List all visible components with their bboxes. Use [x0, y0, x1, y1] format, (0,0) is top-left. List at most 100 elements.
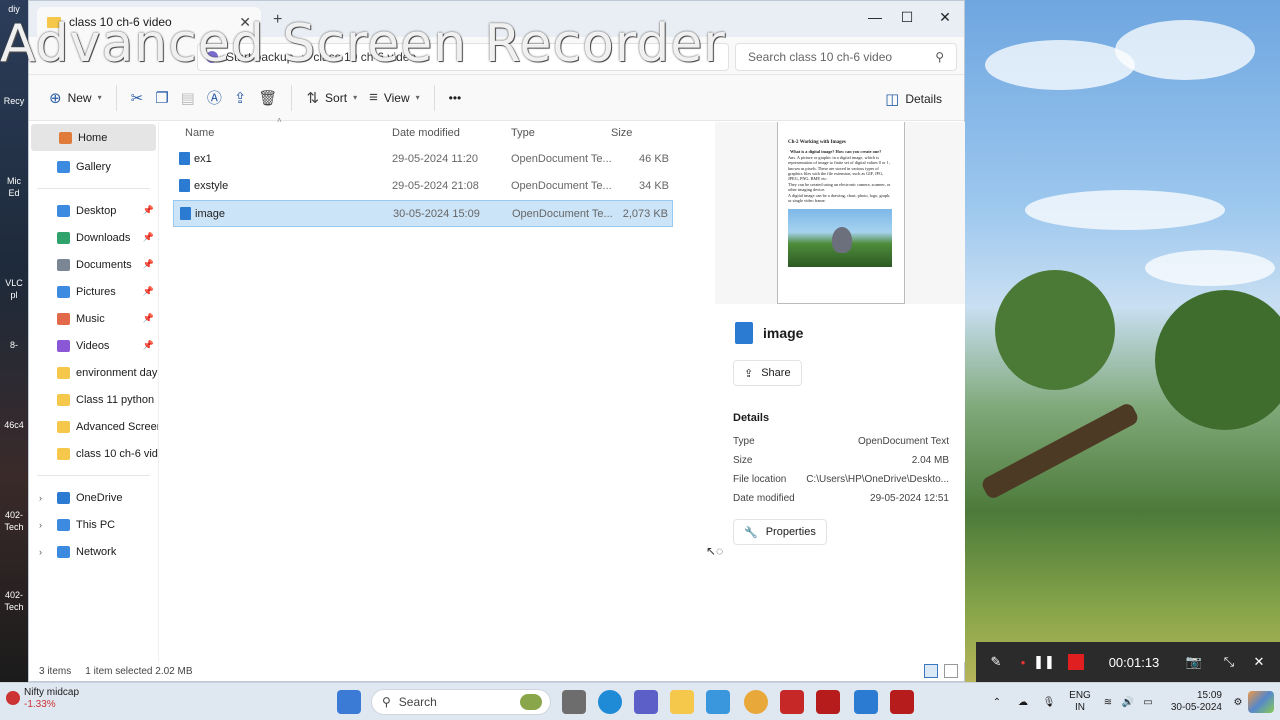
desktop-icon[interactable]: Ed: [2, 188, 26, 198]
start-button[interactable]: [337, 690, 361, 714]
file-row[interactable]: image 30-05-2024 15:09 OpenDocument Te... 2…: [173, 200, 673, 227]
details-view-toggle[interactable]: [924, 664, 938, 678]
location-icon: [57, 545, 70, 558]
pause-button[interactable]: ❚❚: [1030, 642, 1058, 682]
tiles-view-toggle[interactable]: [944, 664, 958, 678]
file-row[interactable]: exstyle 29-05-2024 21:08 OpenDocument Te..…: [173, 173, 673, 200]
address-bar[interactable]: Start backup › class 10 ch-6 video: [197, 43, 729, 71]
rename-button[interactable]: Ⓐ: [201, 82, 228, 114]
nav-item[interactable]: Music 📌: [29, 305, 158, 332]
onedrive-tray-icon[interactable]: ☁: [1010, 697, 1036, 708]
column-date-modified[interactable]: Date modified: [392, 127, 460, 139]
copy-button[interactable]: ❐: [149, 82, 174, 114]
desktop-icon[interactable]: Mic: [2, 176, 26, 186]
edge-icon[interactable]: [598, 690, 622, 714]
sort-button[interactable]: ⇅ Sort ▾: [300, 82, 363, 114]
chrome-icon[interactable]: [744, 690, 768, 714]
teams-icon[interactable]: [634, 690, 658, 714]
breadcrumb-current[interactable]: class 10 ch-6 video: [313, 50, 416, 64]
folder-icon: [57, 312, 70, 325]
nav-tree-item[interactable]: › Network: [29, 538, 158, 565]
nav-item[interactable]: Advanced Screen R: [29, 413, 158, 440]
expand-chevron-icon[interactable]: ›: [39, 547, 42, 557]
copilot-icon[interactable]: [1248, 691, 1274, 713]
expand-chevron-icon[interactable]: ›: [39, 493, 42, 503]
paste-button[interactable]: ▤: [175, 82, 201, 114]
nav-item[interactable]: Desktop 📌: [29, 197, 158, 224]
maximize-button[interactable]: ☐: [887, 5, 927, 29]
nav-item[interactable]: Pictures 📌: [29, 278, 158, 305]
desktop-icon[interactable]: pl: [2, 290, 26, 300]
minimize-recorder-button[interactable]: ⤡: [1214, 642, 1244, 682]
file-explorer-icon[interactable]: [670, 690, 694, 714]
nav-item[interactable]: class 10 ch-6 video: [29, 440, 158, 467]
language-indicator[interactable]: ENG IN: [1062, 690, 1098, 714]
recorder-control-bar: ✎ ● ❚❚ 00:01:13 📷 ⤡ ✕: [976, 642, 1280, 682]
nav-tree-item[interactable]: › OneDrive: [29, 484, 158, 511]
close-recorder-button[interactable]: ✕: [1244, 642, 1274, 682]
search-input[interactable]: Search class 10 ch-6 video ⚲: [735, 43, 957, 71]
share-button[interactable]: ⇪: [228, 82, 253, 114]
close-window-button[interactable]: ✕: [925, 5, 965, 29]
nav-tree-item[interactable]: › This PC: [29, 511, 158, 538]
store-icon[interactable]: [706, 690, 730, 714]
mcafee-icon[interactable]: [780, 690, 804, 714]
column-name[interactable]: Name: [185, 127, 214, 139]
microphone-icon[interactable]: 🎙: [1036, 697, 1062, 708]
breadcrumb-start-backup[interactable]: Start backup: [226, 50, 293, 64]
clock[interactable]: 15:09 30-05-2024: [1158, 690, 1222, 714]
widgets-button[interactable]: Nifty midcap -1.33%: [6, 687, 79, 711]
expand-chevron-icon[interactable]: ›: [39, 520, 42, 530]
nav-gallery[interactable]: Gallery: [29, 153, 158, 180]
language-label: ENG: [1069, 690, 1091, 701]
nav-tree-label: OneDrive: [76, 491, 123, 504]
desktop-icon[interactable]: 46c4: [2, 420, 26, 430]
pen-icon: ✎: [990, 654, 1002, 669]
view-button[interactable]: ≡ View ▾: [363, 82, 426, 114]
volume-icon[interactable]: 🔊: [1118, 697, 1138, 708]
settings-gear-icon[interactable]: ⚙: [1228, 697, 1248, 708]
more-options-button[interactable]: •••: [443, 82, 468, 114]
column-size[interactable]: Size: [611, 127, 632, 139]
properties-button[interactable]: 🔧 Properties: [733, 519, 827, 545]
nav-item-label: Videos: [76, 339, 110, 352]
chevron-up-icon[interactable]: ⌃: [984, 697, 1010, 708]
column-type[interactable]: Type: [511, 127, 535, 139]
stop-button[interactable]: [1058, 642, 1094, 682]
delete-button[interactable]: 🗑: [252, 82, 283, 114]
desktop-icon[interactable]: VLC: [2, 278, 26, 288]
share-file-button[interactable]: ⇪ Share: [733, 360, 802, 386]
file-row[interactable]: ex1 29-05-2024 11:20 OpenDocument Te... 46 …: [173, 146, 673, 173]
nav-item[interactable]: environment day: [29, 359, 158, 386]
desktop-icon[interactable]: Recy: [2, 96, 26, 106]
cut-button[interactable]: ✂: [125, 82, 150, 114]
nav-home[interactable]: Home: [31, 124, 156, 151]
details-pane-button[interactable]: ◫ Details: [879, 83, 948, 115]
battery-icon[interactable]: ▭: [1138, 697, 1158, 708]
writer-icon[interactable]: [854, 690, 878, 714]
screenshot-button[interactable]: 📷: [1174, 642, 1214, 682]
recorder-app-icon[interactable]: [816, 690, 840, 714]
nav-item[interactable]: Videos 📌: [29, 332, 158, 359]
new-button[interactable]: ⊕ New ▾: [43, 82, 108, 114]
wifi-icon[interactable]: ≋: [1098, 697, 1118, 708]
task-view-icon[interactable]: [562, 690, 586, 714]
pin-icon: 📌: [142, 340, 154, 350]
recorder-app-icon-2[interactable]: [890, 690, 914, 714]
new-tab-button[interactable]: +: [273, 11, 282, 29]
desktop-icon[interactable]: 8-: [2, 340, 26, 350]
desktop-icon[interactable]: 402-: [2, 510, 26, 520]
desktop-icon[interactable]: diy: [2, 4, 26, 14]
preview-area: Ch-2 Working with Images What is a digit…: [715, 122, 965, 304]
desktop-icon[interactable]: Tech: [2, 602, 26, 612]
nav-item[interactable]: Documents 📌: [29, 251, 158, 278]
taskbar-search[interactable]: ⚲ Search: [371, 689, 551, 715]
pause-icon: ❚❚: [1033, 654, 1055, 669]
nav-item[interactable]: Downloads 📌: [29, 224, 158, 251]
desktop-icon[interactable]: 402-: [2, 590, 26, 600]
pen-tool-button[interactable]: ✎: [976, 642, 1016, 682]
tab-current-folder[interactable]: class 10 ch-6 video ✕: [37, 7, 261, 37]
close-tab-icon[interactable]: ✕: [239, 14, 251, 31]
desktop-icon[interactable]: Tech: [2, 522, 26, 532]
nav-item[interactable]: Class 11 python: [29, 386, 158, 413]
